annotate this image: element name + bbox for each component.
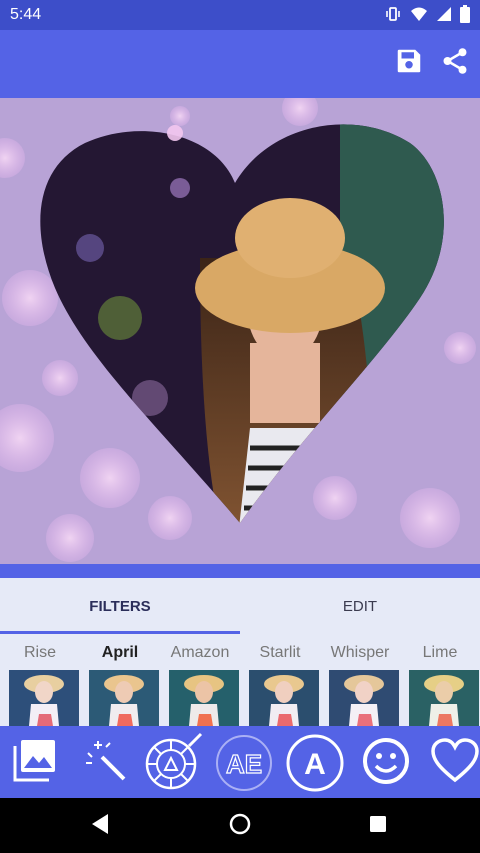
status-icons: [384, 5, 470, 28]
tab-edit-label: EDIT: [342, 597, 378, 615]
filter-label: Rise: [23, 644, 56, 661]
color-wheel-icon: [143, 732, 205, 795]
wifi-icon: [410, 5, 428, 28]
tab-filters-label: FILTERS: [89, 597, 151, 615]
canvas-divider: [0, 564, 480, 578]
magic-wand-icon: [84, 739, 128, 788]
navigation-bar: [0, 798, 480, 853]
text-art-button[interactable]: AE: [214, 734, 274, 792]
filter-label: Amazon: [170, 644, 230, 661]
status-bar: 5:44: [0, 0, 480, 30]
battery-icon: [460, 5, 470, 28]
tool-bar: AE A: [0, 726, 480, 798]
filter-thumbnail: [9, 670, 79, 726]
filter-label: Whisper: [330, 644, 390, 661]
text-art-label: AE: [226, 749, 262, 779]
filter-label: April: [101, 644, 139, 661]
text-button[interactable]: A: [285, 734, 345, 792]
tab-bar: FILTERS EDIT: [0, 578, 480, 634]
filter-thumbnail: [249, 670, 319, 726]
heart-icon: [430, 737, 480, 789]
share-button[interactable]: [438, 46, 472, 80]
recents-icon: [368, 814, 388, 839]
filter-thumbnail: [169, 670, 239, 726]
app-bar: [0, 30, 480, 98]
gallery-button[interactable]: [4, 734, 64, 792]
vibrate-icon: [384, 5, 402, 28]
back-icon: [90, 813, 110, 840]
filter-strip: Rise April Amazon Starlit Whisper Lime: [0, 634, 480, 726]
tab-edit[interactable]: EDIT: [240, 578, 480, 634]
status-time: 5:44: [10, 6, 42, 23]
heart-button[interactable]: [425, 734, 480, 792]
filter-starlit[interactable]: Starlit: [240, 634, 320, 726]
filter-thumbnail: [409, 670, 479, 726]
recents-button[interactable]: [364, 812, 392, 840]
gallery-icon: [9, 736, 59, 791]
text-label: A: [304, 748, 326, 781]
home-icon: [228, 812, 252, 841]
filter-label: Starlit: [259, 644, 301, 661]
bokeh-heart-frame: [0, 98, 476, 562]
color-wheel-button[interactable]: [143, 732, 205, 795]
filter-amazon[interactable]: Amazon: [160, 634, 240, 726]
signal-icon: [436, 6, 452, 27]
emoji-icon: [361, 736, 411, 791]
save-button[interactable]: [392, 46, 426, 80]
text-art-icon: AE: [216, 735, 272, 791]
text-icon: A: [286, 734, 344, 792]
filter-rise[interactable]: Rise: [0, 634, 80, 726]
filter-lime[interactable]: Lime: [400, 634, 480, 726]
filter-april[interactable]: April: [80, 634, 160, 726]
filter-thumbnail: [89, 670, 159, 726]
magic-wand-button[interactable]: [76, 734, 136, 792]
filter-label: Lime: [422, 644, 458, 661]
home-button[interactable]: [226, 812, 254, 840]
share-icon: [440, 46, 470, 81]
emoji-button[interactable]: [356, 734, 416, 792]
photo-canvas[interactable]: [0, 98, 480, 564]
filter-whisper[interactable]: Whisper: [320, 634, 400, 726]
save-icon: [394, 46, 424, 81]
tab-filters[interactable]: FILTERS: [0, 578, 240, 634]
filter-thumbnail: [329, 670, 399, 726]
back-button[interactable]: [86, 812, 114, 840]
